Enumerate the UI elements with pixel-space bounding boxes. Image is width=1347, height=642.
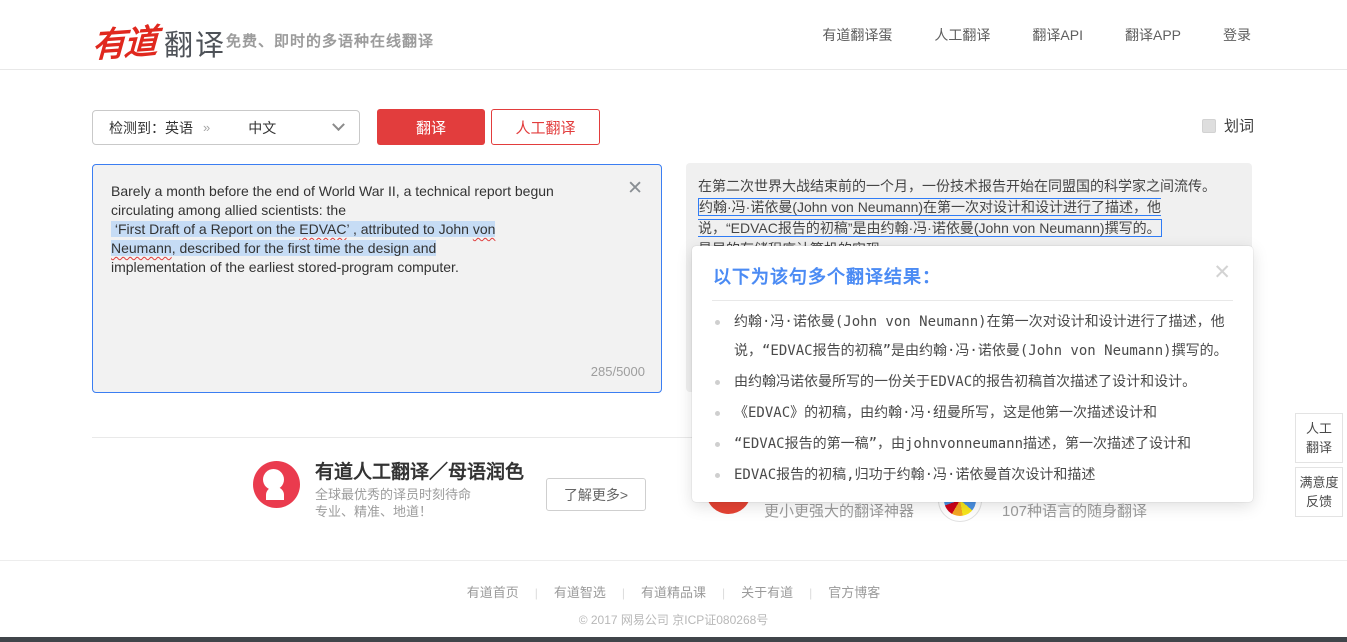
promo-human-subtitle-2: 专业、精准、地道！ bbox=[315, 501, 432, 520]
target-language-label: 中文 bbox=[248, 118, 276, 138]
result-highlighted-sentence[interactable]: 约翰·冯·诺依曼(John von Neumann)在第一次对设计和设计进行了描… bbox=[698, 198, 1162, 237]
promo-translator-caption: 107种语言的随身翻译 bbox=[1002, 500, 1147, 521]
translation-option[interactable]: 《EDVAC》的初稿，由约翰·冯·纽曼所写，这是他第一次描述设计和 bbox=[692, 399, 1253, 428]
nav-item[interactable]: 登录 bbox=[1223, 25, 1251, 45]
source-text-segment: implementation of the earliest stored-pr… bbox=[111, 259, 459, 275]
clear-source-icon[interactable]: ✕ bbox=[627, 177, 643, 200]
floater-feedback-line2: 反馈 bbox=[1296, 492, 1342, 511]
nav-item[interactable]: 人工翻译 bbox=[934, 25, 990, 45]
promo-human-title: 有道人工翻译／母语润色 bbox=[315, 457, 524, 484]
top-nav: 有道翻译蛋 人工翻译 翻译API 翻译APP 登录 bbox=[780, 0, 1251, 70]
char-counter: 285/5000 bbox=[591, 364, 645, 379]
translation-option[interactable]: EDVAC报告的初稿,归功于约翰·冯·诺依曼首次设计和描述 bbox=[692, 461, 1253, 490]
floating-human-translate-button[interactable]: 人工翻译 bbox=[1295, 413, 1343, 463]
word-select-label: 划词 bbox=[1224, 115, 1254, 136]
nav-item[interactable]: 翻译API bbox=[1032, 25, 1083, 45]
chevron-down-icon bbox=[332, 118, 345, 131]
copyright: © 2017 网易公司 京ICP证080268号 bbox=[0, 611, 1347, 628]
translation-options-list: 约翰·冯·诺依曼(John von Neumann)在第一次对设计和设计进行了描… bbox=[692, 308, 1253, 492]
floater-human-line2: 翻译 bbox=[1296, 438, 1342, 457]
source-text-segment: Neumann bbox=[111, 240, 172, 256]
floater-human-line1: 人工 bbox=[1296, 419, 1342, 438]
promo-dict-caption: 更小更强大的翻译神器 bbox=[764, 500, 914, 521]
youdao-logo[interactable]: 有道翻译 bbox=[92, 16, 226, 65]
result-sentence-1: 在第二次世界大战结束前的一个月，一份技术报告开始在同盟国的科学家之间流传。 bbox=[698, 178, 1216, 194]
learn-more-button[interactable]: 了解更多> bbox=[546, 478, 646, 511]
multi-translation-popup: 以下为该句多个翻译结果： ✕ 约翰·冯·诺依曼(John von Neumann… bbox=[692, 246, 1253, 502]
popup-close-icon[interactable]: ✕ bbox=[1213, 260, 1231, 285]
footer-link[interactable]: 有道首页 bbox=[467, 585, 519, 600]
footer-link[interactable]: 有道精品课 bbox=[606, 585, 706, 600]
tagline: 免费、即时的多语种在线翻译 bbox=[226, 30, 434, 51]
bottom-bar bbox=[0, 637, 1347, 642]
translate-button[interactable]: 翻译 bbox=[377, 109, 485, 145]
word-select-checkbox[interactable] bbox=[1202, 119, 1216, 133]
footer-link[interactable]: 官方博客 bbox=[793, 585, 880, 600]
popup-divider bbox=[712, 300, 1233, 301]
translation-option[interactable]: 由约翰冯诺依曼所写的一份关于EDVAC的报告初稿首次描述了设计和设计。 bbox=[692, 368, 1253, 397]
source-text-segment: Barely a month before the end of World W… bbox=[111, 183, 554, 218]
source-text-input[interactable]: Barely a month before the end of World W… bbox=[111, 182, 639, 277]
floating-feedback-button[interactable]: 满意度反馈 bbox=[1295, 467, 1343, 517]
footer-links: 有道首页有道智选有道精品课关于有道官方博客 bbox=[0, 582, 1347, 602]
translation-option[interactable]: 约翰·冯·诺依曼(John von Neumann)在第一次对设计和设计进行了描… bbox=[692, 308, 1253, 366]
page: 有道翻译 免费、即时的多语种在线翻译 有道翻译蛋人工翻译翻译API翻译APP登录… bbox=[0, 0, 1347, 642]
footer-divider bbox=[0, 560, 1347, 561]
human-translation-logo-icon bbox=[253, 461, 300, 508]
header: 有道翻译 免费、即时的多语种在线翻译 有道翻译蛋 人工翻译 翻译API 翻译APP 登录 bbox=[0, 0, 1347, 70]
logo-youdao-text: 有道 bbox=[91, 14, 157, 68]
source-text-segment: von bbox=[473, 221, 496, 237]
footer-link[interactable]: 有道智选 bbox=[519, 585, 606, 600]
nav-item[interactable]: 翻译APP bbox=[1125, 25, 1181, 45]
floater-feedback-line1: 满意度 bbox=[1296, 473, 1342, 492]
source-text-segment: EDVAC bbox=[299, 221, 346, 237]
lang-direction-arrow: » bbox=[203, 120, 210, 135]
logo-fanyi-text: 翻译 bbox=[164, 22, 226, 64]
source-text-segment: ’ , attributed to John bbox=[347, 221, 473, 237]
footer-link[interactable]: 关于有道 bbox=[706, 585, 793, 600]
nav-item[interactable]: 有道翻译蛋 bbox=[822, 25, 892, 45]
translation-option[interactable]: “EDVAC报告的第一稿”，由johnvonneumann描述，第一次描述了设计… bbox=[692, 430, 1253, 459]
human-translate-button[interactable]: 人工翻译 bbox=[491, 109, 600, 145]
source-text-panel: Barely a month before the end of World W… bbox=[92, 164, 662, 393]
popup-title: 以下为该句多个翻译结果： bbox=[713, 263, 941, 289]
detected-language-label: 检测到：英语 bbox=[109, 118, 193, 138]
language-selector[interactable]: 检测到：英语 » 中文 bbox=[92, 110, 360, 145]
source-text-segment: , described for the first time the desig… bbox=[172, 240, 437, 256]
source-text-segment: ‘First Draft of a Report on the bbox=[111, 221, 299, 237]
word-select-control: 划词 bbox=[1202, 115, 1254, 136]
